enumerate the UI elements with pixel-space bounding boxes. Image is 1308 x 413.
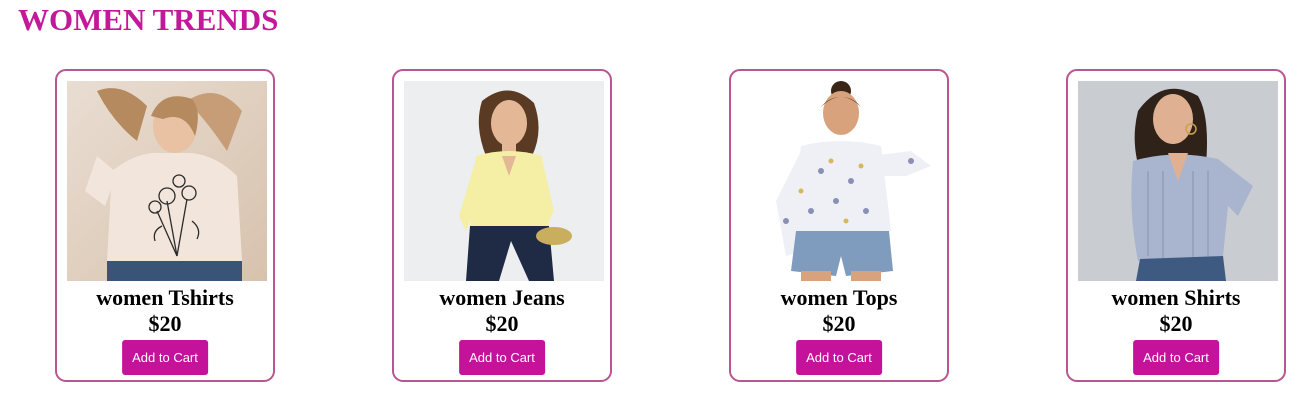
add-to-cart-button[interactable]: Add to Cart [122,340,208,375]
product-price: $20 [1159,311,1193,336]
product-name: women Shirts [1111,285,1241,310]
page-title: WOMEN TRENDS [18,2,279,37]
product-name: women Jeans [439,285,565,310]
product-image-shirts[interactable] [1078,81,1278,281]
add-to-cart-button[interactable]: Add to Cart [1133,340,1219,375]
product-price: $20 [485,311,519,336]
product-price: $20 [822,311,856,336]
product-image-tops[interactable] [741,81,941,281]
product-grid: women Tshirts $20 Add to Cart women Jean… [0,69,1308,386]
product-image-jeans[interactable] [404,81,604,281]
product-price: $20 [148,311,182,336]
product-image-tshirt[interactable] [67,81,267,281]
product-name: women Tops [780,285,898,310]
add-to-cart-button[interactable]: Add to Cart [796,340,882,375]
product-card: women Tshirts $20 Add to Cart [55,69,275,382]
product-card: women Shirts $20 Add to Cart [1066,69,1286,382]
product-card: women Tops $20 Add to Cart [729,69,949,382]
product-name: women Tshirts [96,285,234,310]
product-card: women Jeans $20 Add to Cart [392,69,612,382]
add-to-cart-button[interactable]: Add to Cart [459,340,545,375]
